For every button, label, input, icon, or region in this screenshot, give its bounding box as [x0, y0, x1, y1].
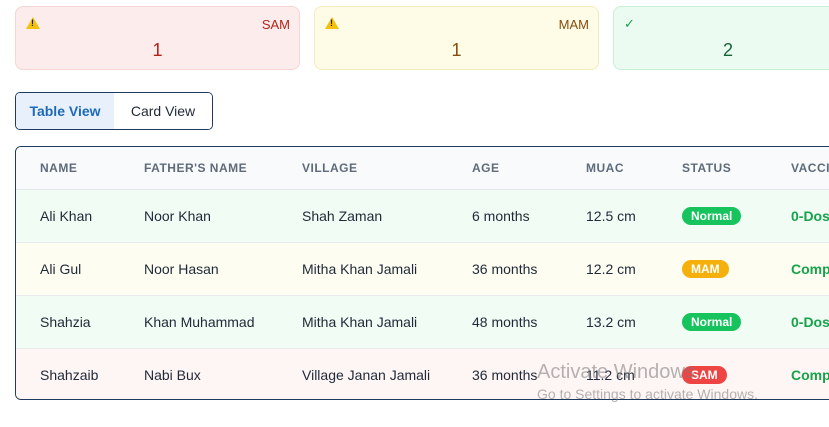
sam-count: 1	[152, 40, 163, 60]
cell-vaccination: 0-Dos	[767, 295, 829, 349]
cell-status: MAM	[658, 242, 767, 296]
cell-muac: 12.2 cm	[562, 242, 658, 296]
table-row[interactable]: Ali Khan Noor Khan Shah Zaman 6 months 1…	[16, 189, 829, 243]
check-icon: ✓	[624, 16, 635, 31]
cell-status: SAM	[658, 348, 767, 399]
table-view-button[interactable]: Table View	[16, 93, 114, 129]
mam-summary-card: MAM 1	[314, 6, 599, 70]
cell-status: Normal	[658, 189, 767, 243]
cell-status: Normal	[658, 295, 767, 349]
cell-age: 48 months	[448, 295, 562, 349]
status-badge: Normal	[682, 312, 742, 331]
warning-icon	[26, 16, 40, 32]
cell-name: Shahzaib	[16, 348, 120, 399]
cell-village: Mitha Khan Jamali	[278, 295, 448, 349]
header-vaccination[interactable]: VACCI	[767, 147, 829, 190]
mam-label: MAM	[558, 17, 589, 32]
children-table: NAME FATHER'S NAME VILLAGE AGE MUAC STAT…	[15, 146, 829, 400]
sam-summary-card: SAM 1	[15, 6, 300, 70]
sam-label: SAM	[261, 17, 290, 32]
table-row[interactable]: Shahzia Khan Muhammad Mitha Khan Jamali …	[16, 295, 829, 349]
cell-muac: 13.2 cm	[562, 295, 658, 349]
cell-age: 6 months	[448, 189, 562, 243]
mam-count: 1	[451, 40, 462, 60]
normal-summary-card: ✓ 2	[613, 6, 829, 70]
cell-name: Ali Khan	[16, 189, 120, 243]
header-father-name[interactable]: FATHER'S NAME	[120, 147, 278, 190]
cell-vaccination: 0-Dos	[767, 189, 829, 243]
cell-vaccination: Comp	[767, 348, 829, 399]
table-row[interactable]: Ali Gul Noor Hasan Mitha Khan Jamali 36 …	[16, 242, 829, 296]
cell-father: Khan Muhammad	[120, 295, 278, 349]
cell-age: 36 months	[448, 242, 562, 296]
cell-village: Mitha Khan Jamali	[278, 242, 448, 296]
table-row[interactable]: Shahzaib Nabi Bux Village Janan Jamali 3…	[16, 348, 829, 399]
warning-icon	[325, 16, 339, 32]
cell-father: Noor Khan	[120, 189, 278, 243]
status-badge: SAM	[682, 365, 727, 384]
cell-village: Shah Zaman	[278, 189, 448, 243]
card-view-button[interactable]: Card View	[114, 93, 212, 129]
table-header-row: NAME FATHER'S NAME VILLAGE AGE MUAC STAT…	[16, 147, 829, 190]
cell-father: Nabi Bux	[120, 348, 278, 399]
cell-father: Noor Hasan	[120, 242, 278, 296]
view-toggle: Table View Card View	[15, 92, 213, 130]
header-village[interactable]: VILLAGE	[278, 147, 448, 190]
header-muac[interactable]: MUAC	[562, 147, 658, 190]
cell-muac: 12.5 cm	[562, 189, 658, 243]
header-status[interactable]: STATUS	[658, 147, 767, 190]
cell-muac: 11.2 cm	[562, 348, 658, 399]
cell-age: 36 months	[448, 348, 562, 399]
cell-name: Shahzia	[16, 295, 120, 349]
status-badge: Normal	[682, 206, 742, 225]
status-badge: MAM	[682, 259, 729, 278]
header-age[interactable]: AGE	[448, 147, 562, 190]
cell-name: Ali Gul	[16, 242, 120, 296]
normal-count: 2	[722, 40, 733, 60]
cell-vaccination: Comp	[767, 242, 829, 296]
cell-village: Village Janan Jamali	[278, 348, 448, 399]
header-name[interactable]: NAME	[16, 147, 120, 190]
